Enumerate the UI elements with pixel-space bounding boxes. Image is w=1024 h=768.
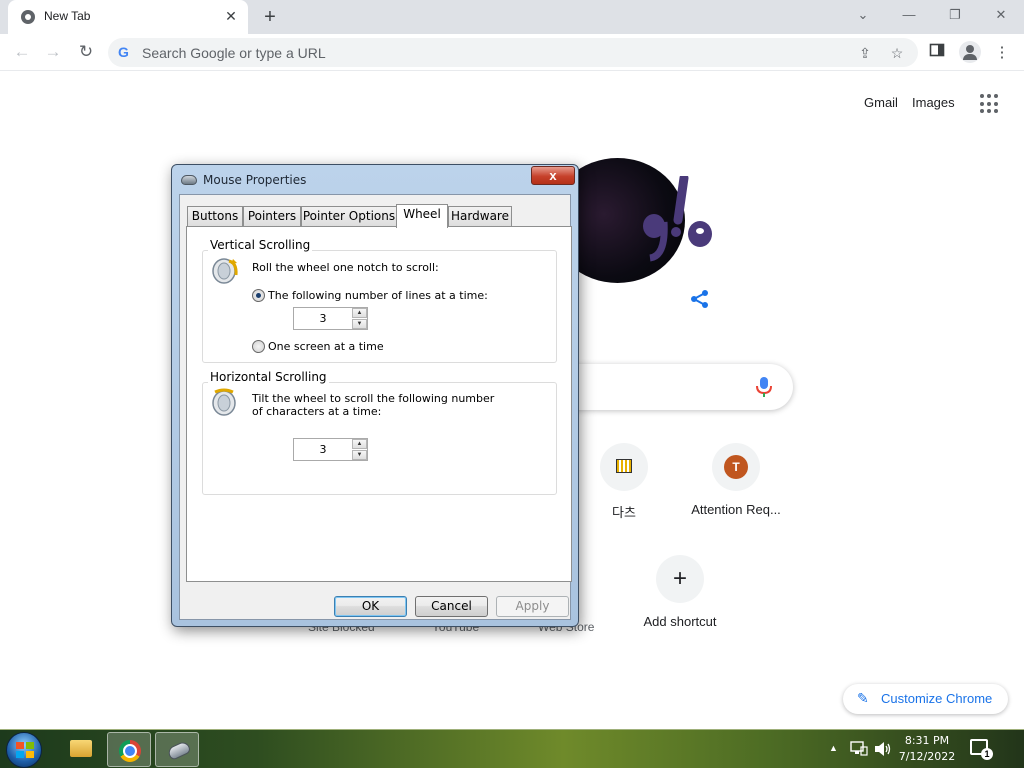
tab-search-icon[interactable]: ⌄ — [849, 4, 877, 26]
radio-lines-at-a-time[interactable] — [252, 289, 265, 302]
spinner-up-icon[interactable]: ▲ — [352, 308, 367, 318]
spinner-down-icon[interactable]: ▼ — [352, 450, 367, 460]
taskbar-chrome[interactable] — [107, 732, 151, 767]
gmail-link[interactable]: Gmail — [864, 95, 898, 110]
taskbar: ▲ 8:31 PM 7/12/2022 1 — [0, 729, 1024, 768]
shortcut-favicon: T — [712, 443, 760, 491]
spinner-down-icon[interactable]: ▼ — [352, 319, 367, 329]
horizontal-instruction-line1: Tilt the wheel to scroll the following n… — [252, 392, 495, 405]
doodle-share-icon[interactable] — [690, 289, 710, 309]
tray-overflow-icon[interactable]: ▲ — [829, 743, 838, 753]
pencil-icon: ✎ — [857, 690, 869, 706]
tab-hardware[interactable]: Hardware — [448, 206, 512, 227]
google-g-icon: G — [118, 44, 129, 60]
google-apps-icon[interactable] — [980, 94, 1000, 114]
notification-count-badge: 1 — [981, 748, 993, 760]
menu-more-icon[interactable]: ⋮ — [991, 42, 1013, 64]
images-link[interactable]: Images — [912, 95, 955, 110]
radio-lines-label[interactable]: The following number of lines at a time: — [268, 289, 488, 302]
profile-avatar-icon[interactable] — [959, 41, 981, 63]
tab-pointers[interactable]: Pointers — [243, 206, 301, 227]
mouse-icon — [166, 739, 192, 762]
tilt-wheel-icon — [212, 388, 236, 416]
dialog-close-button[interactable]: x — [531, 166, 575, 185]
cancel-button[interactable]: Cancel — [415, 596, 488, 617]
omnibox-placeholder: Search Google or type a URL — [142, 45, 326, 61]
doodle-letters-image — [643, 176, 712, 262]
shortcut-tile-attention[interactable]: T Attention Req... — [680, 443, 792, 533]
restore-button[interactable]: ❐ — [941, 4, 969, 26]
mouse-icon — [181, 175, 197, 185]
tab-new-tab[interactable]: New Tab ✕ — [8, 0, 248, 34]
plus-icon: + — [672, 565, 687, 592]
forward-button[interactable]: → — [41, 40, 65, 64]
tab-close-icon[interactable]: ✕ — [222, 7, 240, 25]
clock-time: 8:31 PM — [904, 734, 950, 747]
horizontal-scrolling-heading: Horizontal Scrolling — [208, 370, 329, 384]
reload-button[interactable]: ↻ — [74, 40, 98, 64]
dachu-logo-icon — [616, 459, 632, 473]
network-icon[interactable] — [850, 741, 868, 757]
side-panel-icon[interactable] — [926, 42, 948, 64]
radio-one-screen[interactable] — [252, 340, 265, 353]
tab-buttons[interactable]: Buttons — [187, 206, 243, 227]
customize-chrome-button[interactable]: ✎ Customize Chrome — [843, 684, 1008, 714]
dialog-title: Mouse Properties — [203, 173, 307, 187]
share-page-icon[interactable]: ⇪ — [856, 44, 874, 62]
shortcut-tile-dachu[interactable]: 다츠 — [568, 443, 680, 533]
window-close-button[interactable]: ✕ — [987, 4, 1015, 26]
chars-spinner[interactable]: 3 ▲ ▼ — [293, 438, 368, 461]
mouse-properties-dialog: Mouse Properties x Buttons Pointers Poin… — [171, 164, 579, 627]
browser-toolbar: ← → ↻ G Search Google or type a URL ⇪ ☆ … — [0, 34, 1024, 71]
windows-logo-icon — [16, 742, 34, 758]
taskbar-mouse-properties[interactable] — [155, 732, 199, 767]
scroll-wheel-icon — [212, 258, 238, 284]
vertical-instruction: Roll the wheel one notch to scroll: — [252, 261, 439, 274]
tab-wheel[interactable]: Wheel — [396, 204, 448, 228]
taskbar-explorer[interactable] — [59, 732, 103, 767]
wheel-tab-panel: Vertical Scrolling Roll the wheel one no… — [186, 226, 572, 582]
chrome-favicon-icon — [21, 10, 35, 24]
folder-icon — [70, 740, 92, 757]
shortcut-label: Add shortcut — [643, 614, 717, 629]
customize-label: Customize Chrome — [881, 691, 993, 706]
tab-pointer-options[interactable]: Pointer Options — [301, 206, 397, 227]
bookmark-star-icon[interactable]: ☆ — [888, 44, 906, 62]
apply-button[interactable]: Apply — [496, 596, 569, 617]
lines-spinner[interactable]: 3 ▲ ▼ — [293, 307, 368, 330]
start-button[interactable] — [6, 732, 42, 768]
omnibox[interactable]: G Search Google or type a URL ⇪ ☆ — [108, 38, 918, 67]
chars-value[interactable]: 3 — [294, 443, 352, 456]
minimize-button[interactable]: — — [895, 4, 923, 26]
tab-title: New Tab — [44, 9, 91, 23]
shortcut-label: Attention Req... — [691, 502, 781, 517]
add-shortcut-tile[interactable]: + Add shortcut — [624, 555, 736, 645]
chrome-icon — [119, 740, 141, 762]
shortcut-favicon — [600, 443, 648, 491]
radio-one-screen-label[interactable]: One screen at a time — [268, 340, 384, 353]
back-button[interactable]: ← — [10, 40, 34, 64]
vertical-scrolling-heading: Vertical Scrolling — [208, 238, 313, 252]
horizontal-instruction-line2: of characters at a time: — [252, 405, 382, 418]
voice-search-icon[interactable] — [755, 376, 773, 398]
volume-icon[interactable] — [874, 741, 892, 757]
new-tab-button[interactable]: + — [259, 6, 281, 28]
lines-value[interactable]: 3 — [294, 312, 352, 325]
tab-strip: New Tab ✕ + ⌄ — ❐ ✕ — [0, 0, 1024, 34]
letter-t-avatar-icon: T — [724, 455, 748, 479]
system-clock[interactable]: 8:31 PM 7/12/2022 — [897, 733, 957, 765]
shortcut-label: 다츠 — [612, 505, 636, 520]
clock-date: 7/12/2022 — [898, 750, 956, 763]
shortcut-favicon: + — [656, 555, 704, 603]
dialog-body: Buttons Pointers Pointer Options Wheel H… — [179, 194, 572, 620]
spinner-up-icon[interactable]: ▲ — [352, 439, 367, 449]
ok-button[interactable]: OK — [334, 596, 407, 617]
